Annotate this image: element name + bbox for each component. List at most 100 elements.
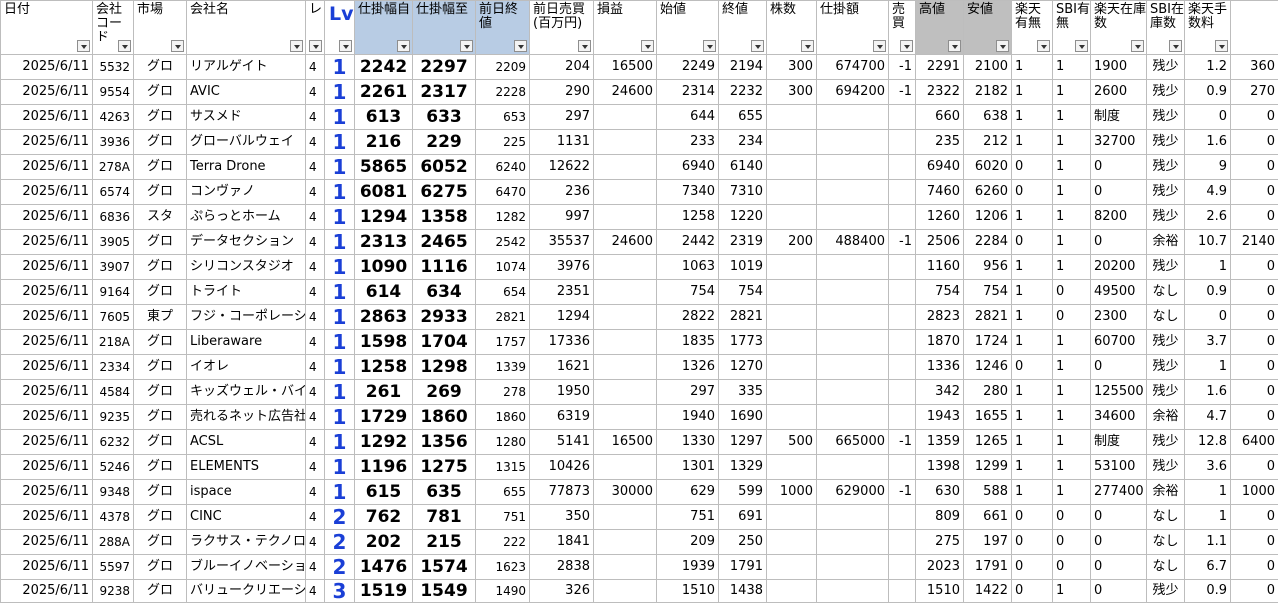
cell-date[interactable]: 2025/6/11 [0,354,93,380]
cell-name[interactable]: 売れるネット広告社 [186,404,306,430]
cell-rakuten-avail[interactable]: 1 [1011,304,1053,330]
cell-code[interactable]: 7605 [92,304,134,330]
cell-amount[interactable] [816,554,889,580]
cell-order-to[interactable]: 1358 [412,204,476,230]
cell-low[interactable]: 661 [963,504,1012,530]
cell-pnl[interactable]: 16500 [593,54,657,80]
cell-date[interactable]: 2025/6/11 [0,529,93,555]
filter-dropdown-icon[interactable] [77,40,90,52]
cell-fee-rate[interactable]: 4.7 [1184,404,1231,430]
cell-shares[interactable] [766,279,817,305]
cell-shares[interactable] [766,129,817,155]
cell-level[interactable]: 4 [305,129,325,155]
cell-level[interactable]: 4 [305,329,325,355]
cell-rakuten-stock[interactable]: 制度 [1090,104,1147,130]
cell-low[interactable]: 1265 [963,429,1012,455]
cell-code[interactable]: 278A [92,154,134,180]
cell-order-from[interactable]: 614 [354,279,413,305]
cell-order-to[interactable]: 229 [412,129,476,155]
cell-sbi-avail[interactable]: 1 [1052,79,1091,105]
cell-lv[interactable]: 1 [324,454,355,480]
cell-prev-close[interactable]: 1280 [475,429,530,455]
cell-prev-volume[interactable]: 290 [529,79,594,105]
cell-shares[interactable] [766,454,817,480]
cell-pnl[interactable] [593,504,657,530]
cell-level[interactable]: 4 [305,254,325,280]
cell-shares[interactable] [766,504,817,530]
cell-pnl[interactable] [593,404,657,430]
filter-dropdown-icon[interactable] [1131,40,1144,52]
cell-high[interactable]: 2322 [915,79,964,105]
cell-lv[interactable]: 3 [324,579,355,603]
cell-side[interactable] [888,354,916,380]
cell-amount[interactable] [816,179,889,205]
cell-sbi-stock[interactable]: 残少 [1146,454,1185,480]
cell-level[interactable]: 4 [305,229,325,255]
cell-high[interactable]: 1510 [915,579,964,603]
cell-market[interactable]: グロ [133,129,187,155]
cell-name[interactable]: キッズウェル・バイオ [186,379,306,405]
cell-pnl[interactable] [593,529,657,555]
cell-high[interactable]: 1260 [915,204,964,230]
cell-sbi-stock[interactable]: 残少 [1146,579,1185,603]
cell-fee-rate[interactable]: 0 [1184,104,1231,130]
cell-low[interactable]: 1206 [963,204,1012,230]
cell-sbi-avail[interactable]: 1 [1052,429,1091,455]
cell-date[interactable]: 2025/6/11 [0,254,93,280]
cell-side[interactable] [888,404,916,430]
cell-fee[interactable]: 0 [1230,329,1278,355]
cell-rakuten-stock[interactable]: 277400 [1090,479,1147,505]
cell-prev-close[interactable]: 2228 [475,79,530,105]
cell-level[interactable]: 4 [305,429,325,455]
cell-pnl[interactable] [593,554,657,580]
cell-rakuten-avail[interactable]: 1 [1011,329,1053,355]
cell-fee-rate[interactable]: 10.7 [1184,229,1231,255]
cell-high[interactable]: 6940 [915,154,964,180]
cell-sbi-stock[interactable]: 残少 [1146,129,1185,155]
cell-open[interactable]: 2822 [656,304,719,330]
cell-sbi-avail[interactable]: 1 [1052,129,1091,155]
cell-prev-volume[interactable]: 3976 [529,254,594,280]
cell-prev-close[interactable]: 655 [475,479,530,505]
cell-name[interactable]: グローバルウェイ [186,129,306,155]
cell-sbi-stock[interactable]: なし [1146,529,1185,555]
cell-open[interactable]: 1258 [656,204,719,230]
cell-pnl[interactable] [593,454,657,480]
cell-order-from[interactable]: 1729 [354,404,413,430]
cell-shares[interactable] [766,354,817,380]
filter-dropdown-icon[interactable] [751,40,764,52]
cell-open[interactable]: 1940 [656,404,719,430]
cell-level[interactable]: 4 [305,179,325,205]
cell-sbi-stock[interactable]: 余裕 [1146,229,1185,255]
cell-rakuten-stock[interactable]: 0 [1090,504,1147,530]
cell-rakuten-stock[interactable]: 125500 [1090,379,1147,405]
cell-order-to[interactable]: 633 [412,104,476,130]
cell-code[interactable]: 288A [92,529,134,555]
cell-close[interactable]: 2232 [718,79,767,105]
cell-rakuten-avail[interactable]: 1 [1011,404,1053,430]
cell-rakuten-avail[interactable]: 1 [1011,104,1053,130]
cell-order-from[interactable]: 261 [354,379,413,405]
cell-sbi-avail[interactable]: 1 [1052,229,1091,255]
cell-sbi-avail[interactable]: 1 [1052,479,1091,505]
cell-order-from[interactable]: 1196 [354,454,413,480]
cell-order-from[interactable]: 1292 [354,429,413,455]
cell-amount[interactable] [816,579,889,603]
cell-close[interactable]: 250 [718,529,767,555]
cell-rakuten-stock[interactable]: 0 [1090,229,1147,255]
cell-level[interactable]: 4 [305,504,325,530]
cell-side[interactable] [888,304,916,330]
filter-dropdown-icon[interactable] [900,40,913,52]
cell-fee[interactable]: 0 [1230,154,1278,180]
cell-market[interactable]: グロ [133,54,187,80]
cell-open[interactable]: 1510 [656,579,719,603]
cell-fee-rate[interactable]: 0.9 [1184,579,1231,603]
cell-low[interactable]: 638 [963,104,1012,130]
cell-sbi-avail[interactable]: 0 [1052,304,1091,330]
cell-rakuten-stock[interactable]: 8200 [1090,204,1147,230]
cell-market[interactable]: グロ [133,279,187,305]
cell-pnl[interactable] [593,379,657,405]
cell-sbi-stock[interactable]: 残少 [1146,429,1185,455]
cell-date[interactable]: 2025/6/11 [0,329,93,355]
cell-rakuten-avail[interactable]: 0 [1011,504,1053,530]
